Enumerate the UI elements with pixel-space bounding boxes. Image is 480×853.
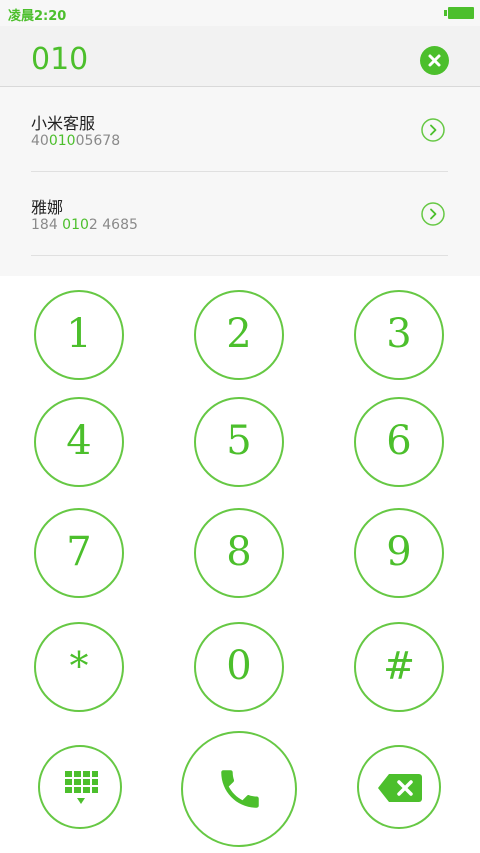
contact-result-item[interactable]: 雅娜 184 0102 4685 <box>31 171 448 256</box>
key-2[interactable]: 2 <box>194 290 284 380</box>
chevron-right-icon[interactable] <box>421 202 445 226</box>
key-7[interactable]: 7 <box>34 508 124 598</box>
contact-name: 小米客服 <box>31 114 96 133</box>
key-4[interactable]: 4 <box>34 397 124 487</box>
key-3[interactable]: 3 <box>354 290 444 380</box>
contact-number: 4001005678 <box>31 133 121 149</box>
key-9[interactable]: 9 <box>354 508 444 598</box>
close-icon <box>428 54 441 67</box>
clear-number-button[interactable] <box>420 46 449 75</box>
status-time: 凌晨2:20 <box>8 9 67 24</box>
contact-name: 雅娜 <box>31 198 64 217</box>
key-star[interactable]: * <box>34 622 124 712</box>
contact-result-item[interactable]: 小米客服 4001005678 <box>31 87 448 172</box>
backspace-button[interactable] <box>357 745 441 829</box>
dialed-number: 010 <box>31 42 89 77</box>
key-1[interactable]: 1 <box>34 290 124 380</box>
key-5[interactable]: 5 <box>194 397 284 487</box>
key-0[interactable]: 0 <box>194 622 284 712</box>
contact-number: 184 0102 4685 <box>31 217 138 233</box>
dialed-number-bar: 010 <box>0 26 480 87</box>
chevron-right-icon[interactable] <box>421 118 445 142</box>
hide-keypad-button[interactable] <box>38 745 122 829</box>
status-bar: 凌晨2:20 <box>0 0 480 26</box>
key-8[interactable]: 8 <box>194 508 284 598</box>
key-6[interactable]: 6 <box>354 397 444 487</box>
backspace-icon <box>378 774 422 802</box>
key-hash[interactable]: # <box>354 622 444 712</box>
call-button[interactable] <box>181 731 297 847</box>
battery-icon <box>444 7 474 19</box>
phone-icon <box>221 770 259 808</box>
dialpad-icon <box>65 771 98 804</box>
